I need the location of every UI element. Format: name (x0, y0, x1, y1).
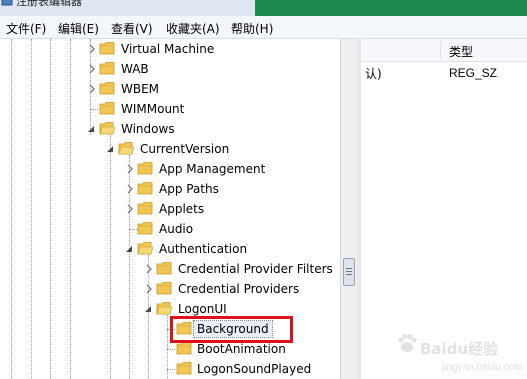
folder-icon (137, 182, 153, 195)
scrollbar-grip (346, 271, 352, 272)
menu-view[interactable]: 查看(V) (111, 20, 153, 37)
tree-vertical-scrollbar[interactable] (340, 39, 358, 379)
tree-node-wimmount[interactable]: WIMMount (0, 99, 340, 119)
folder-icon (99, 102, 115, 115)
tree-node-credential-providers[interactable]: Credential Providers (0, 279, 340, 299)
expand-arrow-icon[interactable] (126, 204, 134, 214)
tree-node-wab[interactable]: WAB (0, 59, 340, 79)
column-separator[interactable] (440, 41, 441, 59)
folder-icon (156, 262, 172, 275)
tree-guide-line (129, 229, 137, 230)
folder-icon (176, 362, 192, 375)
tree-node-currentversion[interactable]: CurrentVersion (0, 139, 340, 159)
tree-node-app-paths[interactable]: App Paths (0, 179, 340, 199)
tree-node-label: WBEM (121, 82, 160, 96)
column-header-type[interactable]: 类型 (449, 43, 473, 60)
watermark-text: Baidu经验 (420, 340, 499, 358)
menu-favorites[interactable]: 收藏夹(A) (166, 20, 220, 37)
folder-open-icon (137, 242, 153, 255)
tree-node-label: Windows (121, 122, 175, 136)
tree-guide-line (167, 369, 175, 370)
tree-guide-line (167, 349, 175, 350)
folder-open-icon (118, 142, 134, 155)
expand-arrow-icon[interactable] (126, 184, 134, 194)
tree-node-label: WAB (121, 62, 149, 76)
expand-arrow-icon[interactable] (88, 84, 96, 94)
tree-node-label: Virtual Machine (121, 42, 215, 56)
folder-icon (137, 202, 153, 215)
paw-logo-icon (398, 334, 417, 352)
folder-icon (156, 282, 172, 295)
folder-icon (99, 62, 115, 75)
tree-node-label: Authentication (159, 242, 248, 256)
expand-arrow-icon[interactable] (145, 284, 153, 294)
values-column-header: 类型 (361, 39, 527, 62)
folder-icon (99, 82, 115, 95)
watermark-subtext: jingyan.baidu.com (442, 362, 523, 373)
collapse-arrow-icon[interactable] (87, 124, 95, 134)
tree-node-applets[interactable]: Applets (0, 199, 340, 219)
value-type-cell[interactable]: REG_SZ (449, 66, 497, 80)
scrollbar-grip (346, 268, 352, 269)
collapse-arrow-icon[interactable] (125, 244, 133, 254)
folder-open-icon (156, 302, 172, 315)
expand-arrow-icon[interactable] (126, 164, 134, 174)
tree-node-audio[interactable]: Audio (0, 219, 340, 239)
menu-file[interactable]: 文件(F) (6, 20, 46, 37)
tree-node-label: Credential Provider Filters (178, 262, 333, 276)
expand-arrow-icon[interactable] (88, 64, 96, 74)
tree-node-windows[interactable]: Windows (0, 119, 340, 139)
tree-node-label: App Management (159, 162, 266, 176)
folder-icon (137, 162, 153, 175)
tree-node-label: Audio (159, 222, 194, 236)
menu-edit[interactable]: 编辑(E) (58, 20, 99, 37)
folder-icon (137, 222, 153, 235)
scrollbar-grip (346, 274, 352, 275)
tree-node-label: BootAnimation (197, 342, 286, 356)
menu-bar: 文件(F) 编辑(E) 查看(V) 收藏夹(A) 帮助(H) (0, 16, 527, 39)
folder-open-icon (99, 122, 115, 135)
tree-node-wbem[interactable]: WBEM (0, 79, 340, 99)
regedit-app-icon (1, 0, 13, 6)
expand-arrow-icon[interactable] (145, 264, 153, 274)
registry-key-tree[interactable]: Virtual Machine WAB WBEM WIMMount Window… (0, 39, 340, 379)
tree-node-label: LogonUI (178, 302, 227, 316)
folder-icon (99, 42, 115, 55)
tree-node-label: Credential Providers (178, 282, 300, 296)
tree-node-app-management[interactable]: App Management (0, 159, 340, 179)
tree-node-credential-provider-filters[interactable]: Credential Provider Filters (0, 259, 340, 279)
collapse-arrow-icon[interactable] (144, 304, 152, 314)
tree-node-virtual-machine[interactable]: Virtual Machine (0, 39, 340, 59)
tree-node-label: LogonSoundPlayed (197, 362, 312, 376)
titlebar-background-right (255, 0, 527, 16)
value-name-cell[interactable]: 认) (365, 65, 382, 82)
tree-node-authentication[interactable]: Authentication (0, 239, 340, 259)
scrollbar-thumb[interactable] (343, 258, 355, 286)
window-title: 注册表编辑器 (16, 0, 82, 8)
expand-arrow-icon[interactable] (88, 44, 96, 54)
collapse-arrow-icon[interactable] (106, 144, 114, 154)
menu-help[interactable]: 帮助(H) (231, 20, 273, 37)
tree-node-label: WIMMount (121, 102, 185, 116)
folder-icon (176, 342, 192, 355)
tree-node-label: App Paths (159, 182, 219, 196)
tree-node-label: Applets (159, 202, 205, 216)
baidu-jingyan-watermark: Baidu经验 jingyan.baidu.com (392, 318, 527, 379)
tree-node-logonsoundplayed[interactable]: LogonSoundPlayed (0, 359, 340, 379)
tree-node-label: CurrentVersion (140, 142, 230, 156)
tree-guide-line (90, 109, 98, 110)
highlight-annotation-box (170, 316, 293, 343)
title-bar: 注册表编辑器 (0, 0, 527, 16)
